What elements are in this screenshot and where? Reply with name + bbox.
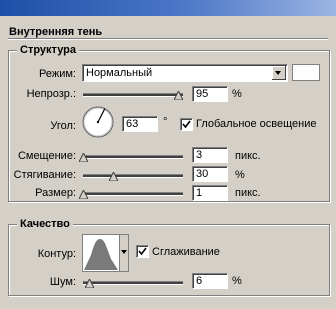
checkmark-icon bbox=[138, 247, 147, 256]
panel-title: Внутренняя тень bbox=[9, 26, 103, 38]
contour-curve-icon[interactable] bbox=[82, 234, 120, 272]
distance-input[interactable]: 3 bbox=[192, 147, 228, 163]
contour-label: Контур: bbox=[37, 248, 76, 260]
blend-mode-value: Нормальный bbox=[86, 67, 153, 79]
distance-slider-track[interactable] bbox=[83, 155, 183, 159]
size-slider-track[interactable] bbox=[83, 192, 183, 196]
antialias-label: Сглаживание bbox=[152, 246, 220, 258]
noise-unit: % bbox=[232, 275, 242, 287]
shadow-color-swatch[interactable] bbox=[292, 64, 320, 81]
size-unit: пикс. bbox=[235, 187, 261, 199]
angle-label: Угол: bbox=[50, 120, 76, 132]
opacity-slider-thumb[interactable] bbox=[173, 91, 183, 100]
noise-input[interactable]: 6 bbox=[192, 273, 228, 289]
quality-legend: Качество bbox=[17, 218, 73, 230]
distance-slider-thumb[interactable] bbox=[78, 153, 88, 162]
global-light-label: Глобальное освещение bbox=[196, 118, 317, 130]
structure-legend: Структура bbox=[17, 44, 79, 56]
choke-unit: % bbox=[235, 169, 245, 181]
noise-label: Шум: bbox=[49, 276, 76, 288]
antialias-checkbox[interactable] bbox=[136, 245, 149, 258]
noise-slider-thumb[interactable] bbox=[84, 279, 94, 288]
choke-slider-track[interactable] bbox=[83, 174, 183, 178]
checkmark-icon bbox=[182, 120, 191, 129]
distance-label: Смещение: bbox=[17, 150, 76, 162]
choke-slider-thumb[interactable] bbox=[108, 172, 118, 181]
title-divider bbox=[8, 38, 328, 40]
size-slider-thumb[interactable] bbox=[78, 190, 88, 199]
size-input[interactable]: 1 bbox=[192, 185, 228, 201]
angle-unit: ° bbox=[163, 116, 168, 128]
window-title-bar bbox=[0, 0, 336, 16]
global-light-checkbox[interactable] bbox=[180, 118, 193, 131]
mode-label: Режим: bbox=[39, 68, 76, 80]
angle-dial-icon[interactable] bbox=[82, 106, 114, 138]
size-label: Размер: bbox=[35, 187, 76, 199]
opacity-label: Непрозр.: bbox=[26, 88, 76, 100]
chevron-down-icon[interactable] bbox=[272, 66, 286, 80]
angle-input[interactable]: 63 bbox=[122, 116, 158, 132]
noise-slider-track[interactable] bbox=[83, 281, 183, 285]
opacity-unit: % bbox=[232, 88, 242, 100]
opacity-slider-track[interactable] bbox=[83, 93, 183, 97]
blend-mode-select[interactable]: Нормальный bbox=[82, 64, 288, 82]
choke-input[interactable]: 30 bbox=[192, 166, 228, 182]
opacity-input[interactable]: 95 bbox=[192, 86, 228, 102]
choke-label: Стягивание: bbox=[13, 169, 76, 181]
contour-dropdown-chevron-icon[interactable] bbox=[120, 234, 129, 272]
distance-unit: пикс. bbox=[235, 150, 261, 162]
